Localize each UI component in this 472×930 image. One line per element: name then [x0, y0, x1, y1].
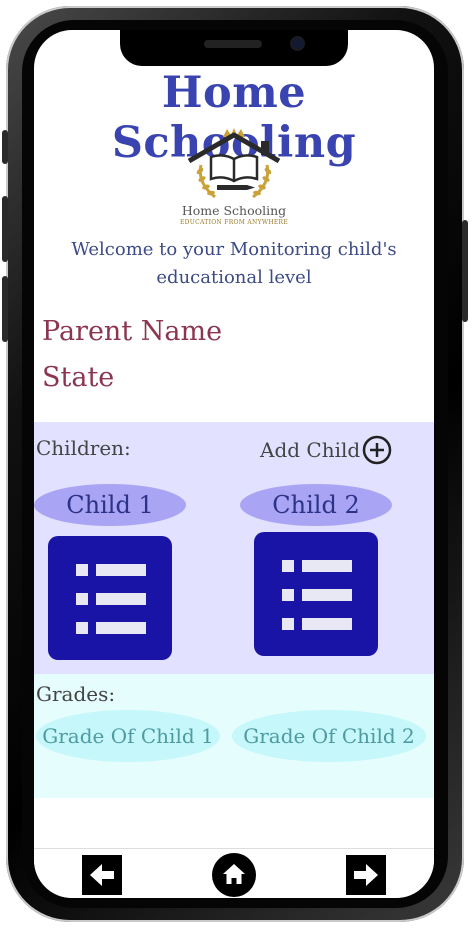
parent-name-label: Parent Name — [42, 316, 223, 347]
arrow-right-icon — [354, 864, 378, 886]
phone-notch — [120, 30, 348, 66]
logo-text: Home Schooling — [181, 203, 287, 218]
volume-up-button — [2, 196, 8, 262]
front-camera — [292, 38, 303, 49]
home-button[interactable] — [212, 853, 256, 897]
power-button — [462, 220, 468, 322]
list-icon — [76, 564, 146, 634]
state-label: State — [42, 362, 115, 393]
child-2-name[interactable]: Child 2 — [240, 484, 392, 526]
home-icon — [223, 864, 245, 884]
logo-subtext: EDUCATION FROM ANYWHERE — [179, 219, 289, 226]
forward-button[interactable] — [346, 855, 386, 895]
home-schooling-logo: Home Schooling EDUCATION FROM ANYWHERE — [171, 127, 297, 231]
grade-child-2[interactable]: Grade Of Child 2 — [232, 710, 426, 762]
welcome-message: Welcome to your Monitoring child's educa… — [71, 239, 397, 288]
child-2-details-button[interactable] — [254, 532, 378, 656]
grade-child-1[interactable]: Grade Of Child 1 — [36, 710, 220, 762]
volume-button — [2, 130, 8, 164]
add-child-label: Add Child — [260, 438, 361, 462]
arrow-left-icon — [90, 864, 114, 886]
children-label: Children: — [36, 436, 131, 460]
back-button[interactable] — [82, 855, 122, 895]
grades-panel: Grades: Grade Of Child 1 Grade Of Child … — [34, 674, 434, 798]
list-icon — [282, 560, 352, 630]
plus-circle-icon[interactable] — [362, 435, 392, 465]
child-1-name[interactable]: Child 1 — [34, 484, 186, 526]
volume-down-button — [2, 276, 8, 342]
add-child-button[interactable]: Add Child — [260, 434, 392, 466]
children-panel: Children: Add Child Child 1 Child 2 — [34, 422, 434, 674]
bottom-nav — [34, 848, 434, 898]
child-1-details-button[interactable] — [48, 536, 172, 660]
app-screen: Home Schooling Home Schooling EDUCATION … — [34, 30, 434, 898]
grades-label: Grades: — [36, 682, 116, 706]
speaker-grille — [204, 40, 262, 48]
